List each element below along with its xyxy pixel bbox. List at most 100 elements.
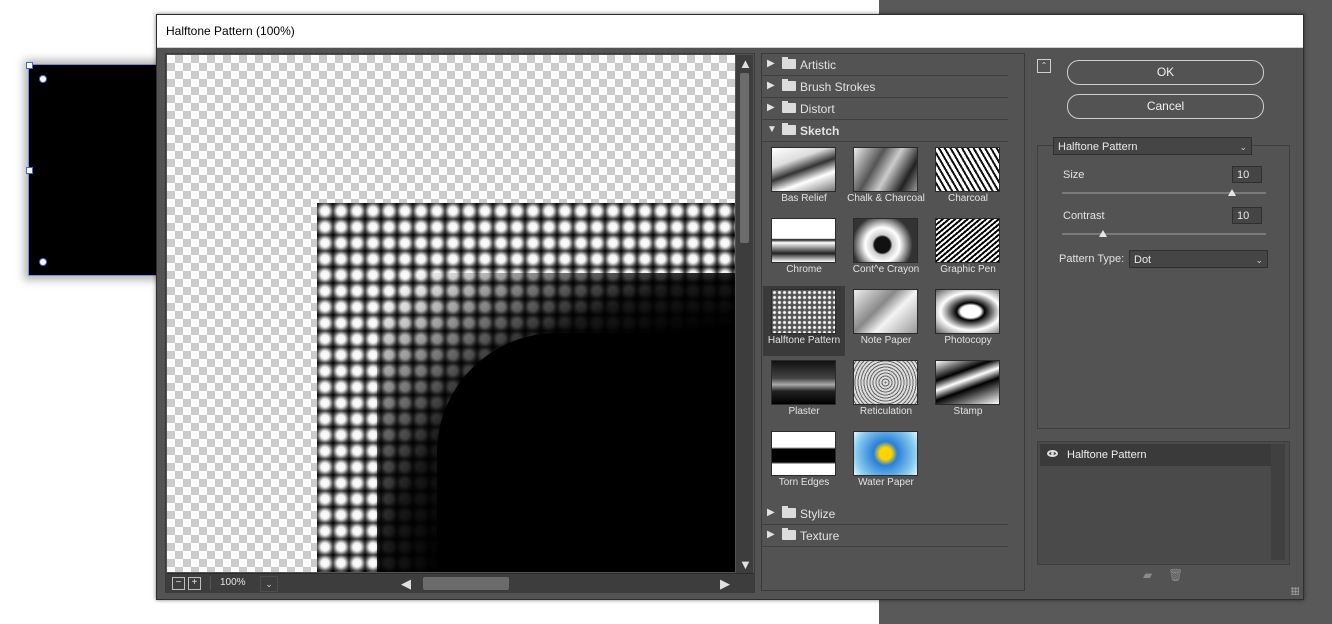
pattern-type-label: Pattern Type: [1059, 253, 1125, 265]
filter-thumbnail-image [771, 218, 836, 263]
filter-thumbnail-image [771, 289, 836, 334]
preview-horizontal-scrollbar[interactable]: ◀ ▶ [398, 576, 738, 590]
category-texture[interactable]: ▶ Texture [762, 525, 1008, 547]
filter-gallery: ▶ Artistic ▶ Brush Strokes ▶ Distort ▼ Sketch Ba… [761, 53, 1025, 591]
selection-handle[interactable] [39, 75, 47, 83]
zoom-out-button[interactable]: − [172, 577, 185, 590]
filter-thumbnail-image [935, 147, 1000, 192]
filter-thumbnail-label: Chalk & Charcoal [847, 193, 925, 204]
category-brush-strokes[interactable]: ▶ Brush Strokes [762, 76, 1008, 98]
scroll-right-arrow-icon[interactable]: ▶ [720, 577, 730, 590]
filter-thumb-halftone-pattern[interactable]: Halftone Pattern [763, 286, 845, 356]
filter-thumbnail-label: Reticulation [859, 406, 913, 417]
zoom-in-button[interactable]: + [188, 577, 201, 590]
filter-thumbnail-image [935, 289, 1000, 334]
scroll-up-arrow-icon[interactable]: ▲ [739, 57, 752, 70]
selection-handle[interactable] [39, 258, 47, 266]
category-label: Artistic [800, 58, 836, 72]
folder-icon [782, 79, 796, 91]
chevron-down-icon: ⌄ [1255, 255, 1263, 265]
filter-thumbnail-label: Water Paper [858, 477, 914, 488]
dialog-titlebar[interactable]: Halftone Pattern (100%) [157, 15, 1303, 48]
folder-icon [782, 528, 796, 540]
layers-scrollbar[interactable] [1271, 444, 1285, 560]
pattern-type-select[interactable]: Dot ⌄ [1129, 250, 1268, 268]
category-stylize[interactable]: ▶ Stylize [762, 503, 1008, 525]
filter-thumbnail-image [853, 431, 918, 476]
size-slider-handle[interactable] [1228, 189, 1236, 196]
filter-thumb-photocopy[interactable]: Photocopy [927, 286, 1009, 356]
scroll-left-arrow-icon[interactable]: ◀ [401, 577, 411, 590]
horizontal-scroll-thumb[interactable] [423, 577, 509, 590]
filter-select[interactable]: Halftone Pattern ⌄ [1053, 137, 1252, 155]
filter-thumbnail-label: Cont^e Crayon [852, 264, 920, 275]
filter-thumb-charcoal[interactable]: Charcoal [927, 144, 1009, 214]
filter-thumb-water-paper[interactable]: Water Paper [845, 428, 927, 498]
filter-thumb-graphic-pen[interactable]: Graphic Pen [927, 215, 1009, 285]
filter-thumbnail-image [771, 360, 836, 405]
filter-thumb-chalk-charcoal[interactable]: Chalk & Charcoal [845, 144, 927, 214]
filter-thumb-torn-edges[interactable]: Torn Edges [763, 428, 845, 498]
filter-thumbnail-label: Graphic Pen [940, 264, 996, 275]
ok-button[interactable]: OK [1067, 60, 1264, 85]
filter-thumbnail-image [771, 147, 836, 192]
effect-layer-name: Halftone Pattern [1067, 449, 1147, 461]
selection-handle[interactable] [26, 167, 33, 174]
category-label: Stylize [800, 507, 836, 521]
filter-gallery-dialog: Halftone Pattern (100%) ▲ ▼ − + 100% ⌄ ◀… [156, 14, 1304, 600]
filter-thumb-stamp[interactable]: Stamp [927, 357, 1009, 427]
effect-layers-panel: Halftone Pattern [1037, 441, 1290, 565]
filter-thumbnail-label: Note Paper [860, 335, 912, 346]
filter-thumbnail-image [853, 218, 918, 263]
triangle-right-icon[interactable]: ▶ [767, 58, 775, 69]
triangle-right-icon[interactable]: ▶ [767, 529, 775, 540]
new-effect-layer-icon[interactable]: ▰ [1143, 568, 1155, 582]
category-label: Sketch [800, 124, 840, 138]
triangle-right-icon[interactable]: ▶ [767, 507, 775, 518]
preview-panel: ▲ ▼ − + 100% ⌄ ◀ ▶ [165, 53, 755, 593]
cancel-button[interactable]: Cancel [1067, 94, 1264, 119]
category-artistic[interactable]: ▶ Artistic [762, 54, 1008, 76]
preview-canvas[interactable] [167, 55, 735, 572]
selection-handle[interactable] [26, 62, 33, 69]
resize-grip-icon[interactable] [1291, 587, 1299, 595]
filter-select-value: Halftone Pattern [1058, 141, 1138, 153]
contrast-input[interactable]: 10 [1232, 207, 1262, 224]
filter-thumbnail-label: Charcoal [947, 193, 989, 204]
folder-icon [782, 101, 796, 113]
filter-thumb-reticulation[interactable]: Reticulation [845, 357, 927, 427]
filter-thumb-note-paper[interactable]: Note Paper [845, 286, 927, 356]
halftone-preview-image [317, 203, 735, 572]
filter-thumbnail-label: Stamp [953, 406, 983, 417]
filter-thumb-plaster[interactable]: Plaster [763, 357, 845, 427]
filter-settings-panel: Halftone Pattern ⌄ Size 10 Contrast 10 P… [1037, 137, 1290, 429]
size-label: Size [1063, 169, 1085, 181]
category-label: Distort [800, 102, 835, 116]
contrast-slider-handle[interactable] [1098, 230, 1107, 237]
category-label: Texture [800, 529, 840, 543]
trash-icon[interactable]: 🗑 [1168, 568, 1183, 582]
vertical-scroll-thumb[interactable] [740, 73, 749, 243]
eye-icon[interactable] [1047, 450, 1058, 457]
chevron-down-icon: ⌄ [1239, 142, 1247, 152]
pattern-type-value: Dot [1134, 254, 1152, 266]
effect-layer-row[interactable]: Halftone Pattern [1040, 444, 1271, 466]
collapse-up-icon[interactable]: ⌃ [1037, 59, 1051, 73]
selected-document-object[interactable] [26, 62, 170, 276]
scroll-down-arrow-icon[interactable]: ▼ [739, 558, 752, 571]
filter-thumbnail-label: Plaster [788, 406, 820, 417]
filter-thumb-bas-relief[interactable]: Bas Relief [763, 144, 845, 214]
preview-vertical-scrollbar[interactable]: ▲ ▼ [736, 55, 753, 573]
contrast-slider-track[interactable] [1062, 233, 1266, 235]
filter-thumbnail-label: Photocopy [944, 335, 992, 346]
zoom-dropdown-chevron-icon[interactable]: ⌄ [260, 576, 278, 592]
triangle-down-icon[interactable]: ▼ [767, 124, 777, 135]
triangle-right-icon[interactable]: ▶ [767, 80, 775, 91]
category-distort[interactable]: ▶ Distort [762, 98, 1008, 120]
size-input[interactable]: 10 [1232, 166, 1262, 183]
filter-thumbnail-image [935, 218, 1000, 263]
filter-thumb-chrome[interactable]: Chrome [763, 215, 845, 285]
triangle-right-icon[interactable]: ▶ [767, 102, 775, 113]
category-sketch[interactable]: ▼ Sketch [762, 120, 1008, 142]
filter-thumb-cont-e-crayon[interactable]: Cont^e Crayon [845, 215, 927, 285]
